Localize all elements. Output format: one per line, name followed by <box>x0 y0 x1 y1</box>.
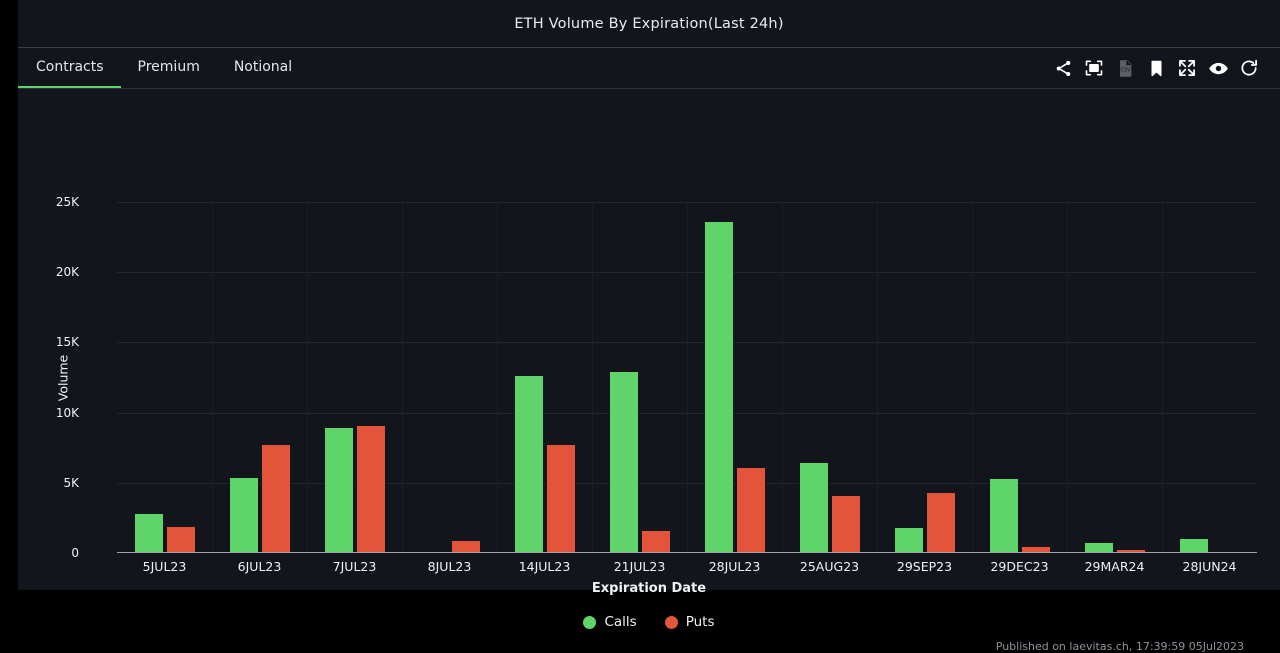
x-tick-label: 28JUL23 <box>708 559 761 574</box>
tab-notional[interactable]: Notional <box>217 48 309 88</box>
bar-puts[interactable] <box>925 491 956 553</box>
y-axis-label: Volume <box>55 354 71 402</box>
y-tick-label: 10K <box>55 405 79 420</box>
bar-group[interactable] <box>1067 202 1162 553</box>
svg-text:CSV: CSV <box>1120 67 1131 73</box>
bar-puts[interactable] <box>260 444 291 553</box>
bar-calls[interactable] <box>228 477 259 553</box>
y-tick-label: 25K <box>55 195 79 209</box>
chart-area: Volume Expiration Date 0 5K 10K 15K 20K 25K 5… <box>18 89 1280 653</box>
bar-groups <box>117 202 1257 553</box>
legend-label-puts: Puts <box>685 614 715 630</box>
x-tick-label: 29SEP23 <box>896 559 953 574</box>
x-axis-label: Expiration Date <box>591 581 707 596</box>
eye-icon[interactable] <box>1207 57 1229 79</box>
page-title: ETH Volume By Expiration(Last 24h) <box>514 15 784 32</box>
tab-list: Contracts Premium Notional <box>18 48 309 88</box>
bar-puts[interactable] <box>165 525 196 553</box>
bar-puts[interactable] <box>735 467 766 553</box>
bar-group[interactable] <box>307 202 402 553</box>
x-axis-line <box>117 552 1257 553</box>
bar-calls[interactable] <box>608 371 639 553</box>
legend-item-puts[interactable]: Puts <box>664 614 715 630</box>
bar-puts[interactable] <box>355 425 386 553</box>
bar-group[interactable] <box>402 202 497 553</box>
bar-calls[interactable] <box>513 374 544 553</box>
bar-calls[interactable] <box>1178 537 1209 553</box>
x-tick-label: 25AUG23 <box>799 559 860 574</box>
bar-puts[interactable] <box>640 529 671 553</box>
title-bar: ETH Volume By Expiration(Last 24h) <box>18 0 1280 48</box>
y-tick-label: 5K <box>63 475 79 490</box>
bar-group[interactable] <box>117 202 212 553</box>
legend-item-calls[interactable]: Calls <box>583 614 637 630</box>
fullscreen-icon[interactable] <box>1176 57 1198 79</box>
bar-calls[interactable] <box>988 477 1019 553</box>
tab-premium[interactable]: Premium <box>121 48 217 88</box>
share-icon[interactable] <box>1052 57 1074 79</box>
tab-premium-label: Premium <box>137 59 200 75</box>
bar-group[interactable] <box>782 202 877 553</box>
bar-calls[interactable] <box>893 527 924 553</box>
tab-contracts-label: Contracts <box>36 59 104 75</box>
x-tick-label: 28JUN24 <box>1182 559 1237 574</box>
y-tick-label: 20K <box>55 265 79 280</box>
legend: Calls Puts <box>18 614 1280 630</box>
bookmark-icon[interactable] <box>1145 57 1167 79</box>
y-tick-label: 15K <box>55 335 79 350</box>
bar-calls[interactable] <box>703 220 734 553</box>
x-tick-label: 7JUL23 <box>332 559 377 574</box>
x-tick-label: 21JUL23 <box>613 559 666 574</box>
bar-group[interactable] <box>687 202 782 553</box>
plot-area: 0 5K 10K 15K 20K 25K 5JUL23 6JUL23 7JUL23 8JUL23… <box>56 195 1257 574</box>
legend-dot-calls <box>583 615 597 629</box>
tab-toolbar-row: Contracts Premium Notional CSV <box>18 48 1280 89</box>
x-tick-label: 8JUL23 <box>427 559 472 574</box>
csv-file-icon[interactable]: CSV <box>1114 57 1136 79</box>
chart-toolbar: CSV <box>1052 48 1274 88</box>
y-tick-label: 0 <box>71 546 79 560</box>
bar-group[interactable] <box>212 202 307 553</box>
bar-group[interactable] <box>497 202 592 553</box>
refresh-icon[interactable] <box>1238 57 1260 79</box>
x-tick-label: 14JUL23 <box>518 559 571 574</box>
bar-puts[interactable] <box>830 495 861 553</box>
bar-group[interactable] <box>592 202 687 553</box>
legend-dot-puts <box>664 615 678 629</box>
published-note: Published on laevitas.ch, 17:39:59 05Jul… <box>995 640 1244 653</box>
tab-notional-label: Notional <box>233 59 293 75</box>
x-tick-label: 29DEC23 <box>990 559 1049 574</box>
x-tick-label: 5JUL23 <box>142 559 187 574</box>
bar-calls[interactable] <box>798 461 829 553</box>
bar-group[interactable] <box>972 202 1067 553</box>
x-tick-label: 29MAR24 <box>1084 559 1145 574</box>
x-tick-label: 6JUL23 <box>237 559 282 574</box>
bar-group[interactable] <box>1162 202 1257 553</box>
chart-panel: ETH Volume By Expiration(Last 24h) Contr… <box>18 0 1280 653</box>
bar-calls[interactable] <box>133 513 164 553</box>
bar-puts[interactable] <box>545 444 576 553</box>
bar-group[interactable] <box>877 202 972 553</box>
tab-contracts[interactable]: Contracts <box>18 48 121 88</box>
bar-calls[interactable] <box>323 427 354 553</box>
legend-label-calls: Calls <box>604 614 637 630</box>
save-image-icon[interactable] <box>1083 57 1105 79</box>
